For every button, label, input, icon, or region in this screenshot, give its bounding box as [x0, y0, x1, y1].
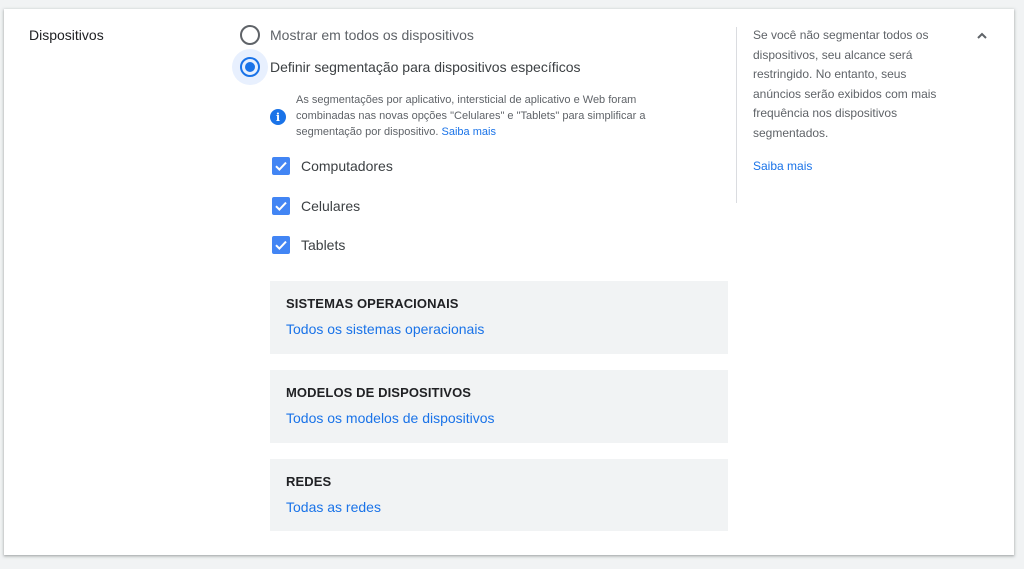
- help-text: Se você não segmentar todos os dispositi…: [753, 28, 937, 140]
- chevron-up-icon: [977, 32, 987, 39]
- panel-link-networks[interactable]: Todas as redes: [286, 499, 712, 515]
- radio-button-unchecked[interactable]: [240, 25, 260, 45]
- radio-label-all-devices: Mostrar em todos os dispositivos: [270, 27, 474, 43]
- checkbox-checked-icon[interactable]: [272, 197, 290, 215]
- panel-networks[interactable]: REDES Todas as redes: [270, 459, 728, 531]
- info-notice: i As segmentações por aplicativo, inters…: [270, 92, 690, 140]
- panel-device-models[interactable]: MODELOS DE DISPOSITIVOS Todos os modelos…: [270, 370, 728, 443]
- checkbox-computadores[interactable]: Computadores: [272, 157, 393, 175]
- devices-settings-card: Dispositivos Mostrar em todos os disposi…: [4, 9, 1014, 555]
- panel-title: MODELOS DE DISPOSITIVOS: [286, 385, 472, 400]
- checkbox-tablets[interactable]: Tablets: [272, 236, 345, 254]
- radio-specific-devices[interactable]: Definir segmentação para dispositivos es…: [232, 49, 581, 85]
- panel-link-device-models[interactable]: Todos os modelos de dispositivos: [286, 410, 712, 426]
- radio-label-specific-devices: Definir segmentação para dispositivos es…: [270, 59, 581, 75]
- radio-all-devices[interactable]: Mostrar em todos os dispositivos: [232, 17, 474, 53]
- panel-link-operating-systems[interactable]: Todos os sistemas operacionais: [286, 321, 712, 337]
- vertical-divider: [736, 27, 737, 203]
- radio-button-checked[interactable]: [240, 57, 260, 77]
- checkbox-checked-icon[interactable]: [272, 157, 290, 175]
- checkbox-label-computadores: Computadores: [301, 158, 393, 174]
- info-icon: i: [270, 109, 286, 125]
- checkbox-label-tablets: Tablets: [301, 237, 346, 253]
- panel-title: REDES: [286, 474, 332, 489]
- collapse-button[interactable]: [970, 24, 994, 48]
- info-learn-more-link[interactable]: Saiba mais: [442, 126, 496, 138]
- section-title: Dispositivos: [29, 27, 104, 43]
- checkbox-checked-icon[interactable]: [272, 236, 290, 254]
- panel-title: SISTEMAS OPERACIONAIS: [286, 296, 459, 311]
- checkbox-celulares[interactable]: Celulares: [272, 197, 360, 215]
- help-learn-more-link[interactable]: Saiba mais: [753, 159, 812, 173]
- panel-operating-systems[interactable]: SISTEMAS OPERACIONAIS Todos os sistemas …: [270, 281, 728, 354]
- checkbox-label-celulares: Celulares: [301, 198, 361, 214]
- info-text: As segmentações por aplicativo, intersti…: [296, 92, 690, 140]
